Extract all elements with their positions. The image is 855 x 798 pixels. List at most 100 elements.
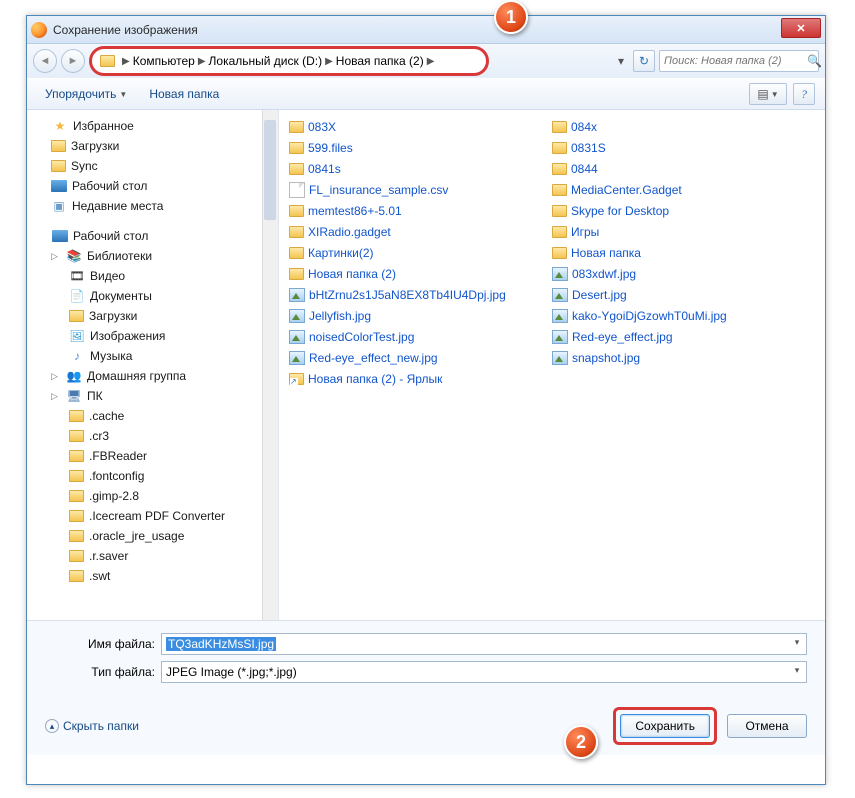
sidebar-item[interactable]: 🖼Изображения (27, 326, 278, 346)
video-icon: 🎞 (69, 268, 85, 284)
file-item[interactable]: Desert.jpg (552, 284, 815, 305)
file-item[interactable]: 0844 (552, 158, 815, 179)
sidebar-item[interactable]: ▣Недавние места (27, 196, 278, 216)
sidebar: ★Избранное Загрузки Sync Рабочий стол ▣Н… (27, 110, 279, 620)
file-item[interactable]: Игры (552, 221, 815, 242)
sidebar-item[interactable]: ♪Музыка (27, 346, 278, 366)
sidebar-item[interactable]: .Icecream PDF Converter (27, 506, 278, 526)
sidebar-item[interactable]: .cr3 (27, 426, 278, 446)
address-dropdown[interactable]: ▾ (613, 54, 629, 68)
file-item[interactable]: snapshot.jpg (552, 347, 815, 368)
recent-places-icon: ▣ (51, 198, 67, 214)
file-item[interactable]: Red-eye_effect_new.jpg (289, 347, 552, 368)
sidebar-item[interactable]: Загрузки (27, 306, 278, 326)
file-item[interactable]: kako-YgoiDjGzowhT0uMi.jpg (552, 305, 815, 326)
file-item[interactable]: Новая папка (552, 242, 815, 263)
music-icon: ♪ (69, 348, 85, 364)
file-item[interactable]: FL_insurance_sample.csv (289, 179, 552, 200)
file-item[interactable]: noisedColorTest.jpg (289, 326, 552, 347)
file-list: 083X599.files0841sFL_insurance_sample.cs… (279, 110, 825, 620)
hide-folders-button[interactable]: ▴ Скрыть папки (45, 719, 139, 733)
image-icon (552, 330, 568, 344)
image-icon (552, 351, 568, 365)
sidebar-desktop[interactable]: Рабочий стол (27, 226, 278, 246)
organize-button[interactable]: Упорядочить ▼ (37, 85, 135, 103)
folder-icon (51, 140, 66, 152)
sidebar-item[interactable]: .FBReader (27, 446, 278, 466)
new-folder-button[interactable]: Новая папка (141, 85, 227, 103)
breadcrumb-seg[interactable]: Компьютер (133, 54, 195, 68)
image-icon (552, 267, 568, 281)
filename-value: TQ3adKHzMsSI.jpg (166, 637, 276, 651)
sidebar-item[interactable]: 📄Документы (27, 286, 278, 306)
file-item[interactable]: Новая папка (2) - Ярлык (289, 368, 552, 389)
forward-button[interactable]: ► (61, 49, 85, 73)
computer-icon: 🖥 (66, 388, 82, 404)
address-bar[interactable]: ▶ Компьютер ▶ Локальный диск (D:) ▶ Нова… (89, 46, 489, 76)
cancel-button[interactable]: Отмена (727, 714, 807, 738)
sidebar-item[interactable]: .cache (27, 406, 278, 426)
file-item[interactable]: XIRadio.gadget (289, 221, 552, 242)
search-box[interactable]: 🔍 (659, 50, 819, 72)
filename-input[interactable]: TQ3adKHzMsSI.jpg ▾ (161, 633, 807, 655)
file-item[interactable]: MediaCenter.Gadget (552, 179, 815, 200)
search-icon: 🔍 (807, 54, 822, 68)
homegroup-icon: 👥 (66, 368, 82, 384)
file-item[interactable]: memtest86+-5.01 (289, 200, 552, 221)
file-item[interactable]: 599.files (289, 137, 552, 158)
sidebar-computer[interactable]: ▷🖥ПК (27, 386, 278, 406)
sidebar-libraries[interactable]: ▷📚Библиотеки (27, 246, 278, 266)
file-item[interactable]: Новая папка (2) (289, 263, 552, 284)
folder-icon (69, 430, 84, 442)
folder-icon (552, 121, 567, 133)
back-button[interactable]: ◄ (33, 49, 57, 73)
sidebar-item[interactable]: Загрузки (27, 136, 278, 156)
folder-icon (552, 205, 567, 217)
folder-icon (552, 184, 567, 196)
file-item[interactable]: 083xdwf.jpg (552, 263, 815, 284)
chevron-down-icon[interactable]: ▾ (790, 665, 804, 679)
sidebar-item[interactable]: .r.saver (27, 546, 278, 566)
file-item[interactable]: bHtZrnu2s1J5aN8EX8Tb4IU4Dpj.jpg (289, 284, 552, 305)
folder-icon (552, 247, 567, 259)
image-icon (552, 288, 568, 302)
sidebar-item[interactable]: .gimp-2.8 (27, 486, 278, 506)
filetype-select[interactable]: JPEG Image (*.jpg;*.jpg) ▾ (161, 661, 807, 683)
sidebar-item[interactable]: .fontconfig (27, 466, 278, 486)
refresh-button[interactable]: ↻ (633, 50, 655, 72)
sidebar-favorites[interactable]: ★Избранное (27, 116, 278, 136)
file-item[interactable]: Red-eye_effect.jpg (552, 326, 815, 347)
file-item[interactable]: 083X (289, 116, 552, 137)
save-button[interactable]: Сохранить (620, 714, 710, 738)
close-button[interactable]: ✕ (781, 18, 821, 38)
shortcut-icon (289, 373, 304, 385)
sidebar-item[interactable]: Sync (27, 156, 278, 176)
file-item[interactable]: Картинки(2) (289, 242, 552, 263)
file-item[interactable]: Jellyfish.jpg (289, 305, 552, 326)
breadcrumb-seg[interactable]: Новая папка (2) (336, 54, 424, 68)
chevron-down-icon[interactable]: ▾ (790, 637, 804, 651)
sidebar-item[interactable]: 🎞Видео (27, 266, 278, 286)
help-button[interactable]: ? (793, 83, 815, 105)
folder-icon (69, 530, 84, 542)
file-item[interactable]: 084x (552, 116, 815, 137)
file-item[interactable]: 0841s (289, 158, 552, 179)
sidebar-item[interactable]: Рабочий стол (27, 176, 278, 196)
sidebar-item[interactable]: .oracle_jre_usage (27, 526, 278, 546)
scrollbar[interactable] (262, 110, 278, 620)
scrollbar-thumb[interactable] (264, 120, 276, 220)
callout-badge-2: 2 (564, 725, 598, 759)
file-item[interactable]: Skype for Desktop (552, 200, 815, 221)
sidebar-item[interactable]: .swt (27, 566, 278, 586)
sidebar-homegroup[interactable]: ▷👥Домашняя группа (27, 366, 278, 386)
titlebar: Сохранение изображения ✕ (27, 16, 825, 44)
folder-icon (69, 470, 84, 482)
search-input[interactable] (664, 55, 807, 67)
breadcrumb-seg[interactable]: Локальный диск (D:) (209, 54, 323, 68)
view-mode-button[interactable]: ▤▼ (749, 83, 787, 105)
file-icon (289, 182, 305, 198)
image-icon (289, 288, 305, 302)
firefox-icon (31, 22, 47, 38)
file-item[interactable]: 0831S (552, 137, 815, 158)
folder-icon (552, 226, 567, 238)
